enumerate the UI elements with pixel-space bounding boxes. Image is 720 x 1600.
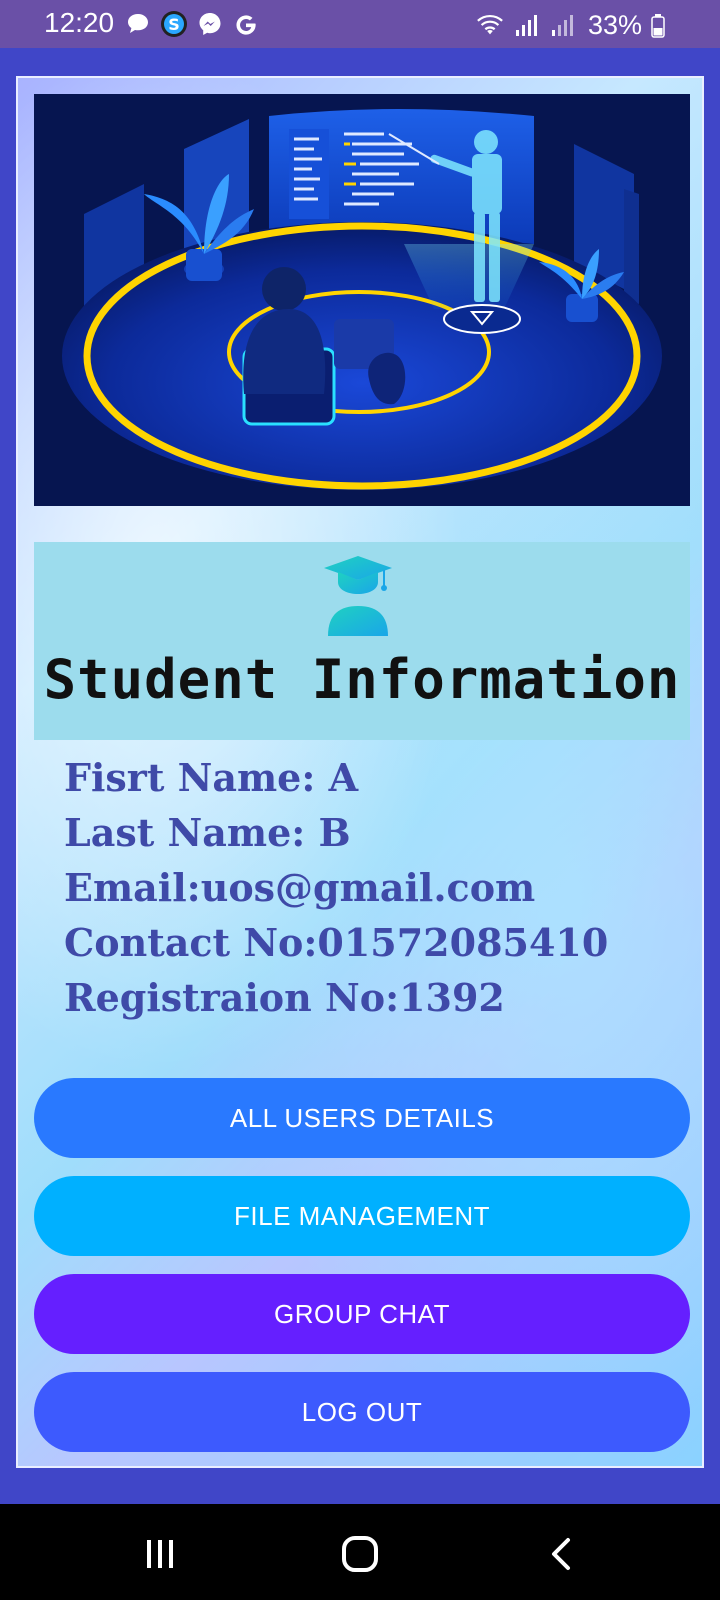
student-info-banner: Student Information bbox=[34, 542, 690, 740]
banner-title: Student Information bbox=[43, 648, 681, 711]
signal-icon bbox=[512, 12, 540, 40]
graduate-student-icon bbox=[320, 552, 396, 638]
registration-text: Registraion No:1392 bbox=[64, 975, 505, 1020]
notification-icons: S bbox=[124, 10, 260, 38]
email-text: Email:uos@gmail.com bbox=[64, 865, 536, 910]
messenger-icon bbox=[196, 10, 224, 38]
online-classroom-illustration bbox=[34, 94, 690, 506]
battery-icon bbox=[650, 12, 666, 40]
all-users-details-button[interactable]: ALL USERS DETAILS bbox=[34, 1078, 690, 1158]
file-management-button[interactable]: FILE MANAGEMENT bbox=[34, 1176, 690, 1256]
contact-text: Contact No:01572085410 bbox=[64, 920, 609, 965]
wifi-icon bbox=[476, 12, 504, 40]
back-icon[interactable] bbox=[538, 1530, 586, 1578]
app-s-icon: S bbox=[160, 10, 188, 38]
svg-text:S: S bbox=[168, 15, 180, 34]
status-time: 12:20 bbox=[44, 7, 115, 38]
system-icons: 33% bbox=[476, 10, 666, 41]
group-chat-button[interactable]: GROUP CHAT bbox=[34, 1274, 690, 1354]
log-out-button[interactable]: LOG OUT bbox=[34, 1372, 690, 1452]
signal-icon bbox=[548, 12, 576, 40]
app-content: Student Information Fisrt Name: A Last N… bbox=[16, 76, 704, 1468]
home-icon[interactable] bbox=[336, 1530, 384, 1578]
hero-illustration bbox=[34, 94, 690, 506]
navigation-bar bbox=[0, 1504, 720, 1600]
student-details: Fisrt Name: A Last Name: B Email:uos@gma… bbox=[64, 750, 684, 1025]
recents-icon[interactable] bbox=[136, 1530, 184, 1578]
google-icon bbox=[232, 10, 260, 38]
status-bar: 12:20 S 33% bbox=[0, 0, 720, 48]
first-name-text: Fisrt Name: A bbox=[64, 755, 359, 800]
battery-percent: 33% bbox=[587, 10, 642, 40]
chat-bubble-icon bbox=[124, 10, 152, 38]
last-name-text: Last Name: B bbox=[64, 810, 351, 855]
